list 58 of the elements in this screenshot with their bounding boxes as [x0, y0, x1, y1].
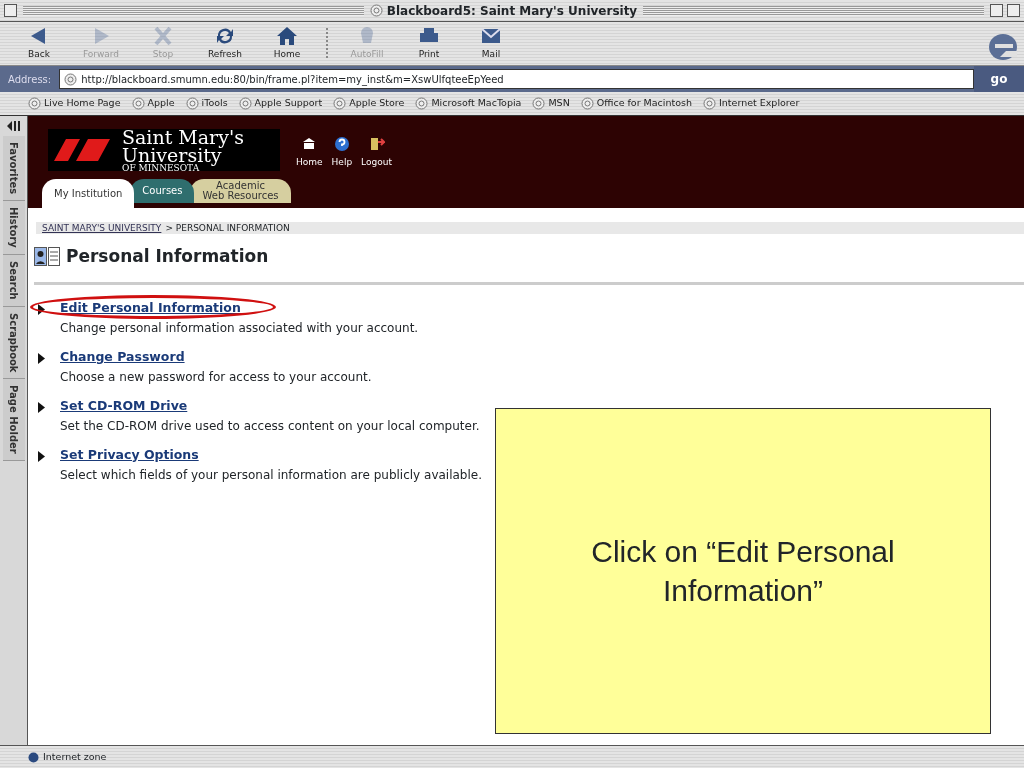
option-link[interactable]: Set Privacy Options: [60, 446, 199, 462]
favorite-link[interactable]: Live Home Page: [28, 96, 121, 111]
sidebar-tab[interactable]: Page Holder: [2, 379, 25, 462]
question-icon: [333, 136, 350, 152]
portal-tab[interactable]: My Institution: [42, 179, 135, 208]
breadcrumb-text: > PERSONAL INFORMATION: [165, 223, 290, 233]
triangle-bullet-icon: [38, 352, 45, 364]
university-logo: Saint Mary's University OF MINNESOTA: [48, 129, 280, 171]
page-title: Personal Information: [66, 245, 269, 268]
go-button[interactable]: go: [974, 66, 1024, 92]
option-link[interactable]: Change Password: [60, 348, 185, 364]
refresh-icon: [214, 25, 236, 47]
logo-mark-icon: [52, 137, 112, 163]
favorite-link[interactable]: MSN: [532, 96, 570, 111]
header-link[interactable]: Logout: [361, 136, 392, 170]
portal-tab[interactable]: Academic Web Resources: [190, 179, 291, 203]
triangle-bullet-icon: [38, 401, 45, 413]
toolbar-button[interactable]: Mail: [460, 22, 522, 62]
toolbar-button[interactable]: Back: [8, 22, 70, 62]
breadcrumb-link[interactable]: SAINT MARY'S UNIVERSITY: [42, 223, 162, 233]
stop-icon: [152, 25, 174, 47]
toolbar-button[interactable]: Print: [398, 22, 460, 62]
address-label: Address:: [7, 72, 53, 87]
profile-card-icon: [34, 246, 60, 267]
toolbar-button[interactable]: Home: [256, 22, 318, 62]
option-description: Change personal information associated with your account.: [60, 320, 419, 336]
sidebar-tab[interactable]: Scrapbook: [2, 306, 25, 380]
collapse-box[interactable]: [1007, 4, 1020, 17]
favorite-link[interactable]: Apple Store: [333, 96, 405, 111]
favorite-link[interactable]: Office for Macintosh: [580, 96, 692, 111]
option-link[interactable]: Set CD-ROM Drive: [60, 397, 188, 413]
portal-tab[interactable]: Courses: [130, 179, 195, 203]
address-field[interactable]: http://blackboard.smumn.edu:80/bin/frame.pl?item=my_inst&m=XswUlfqteeEpYeed: [59, 69, 974, 89]
door-icon: [368, 136, 385, 152]
status-text: Internet zone: [43, 749, 107, 764]
sidebar-tab[interactable]: Search: [2, 255, 25, 307]
sidebar-tab[interactable]: History: [2, 201, 25, 256]
favorite-link[interactable]: iTools: [185, 96, 228, 111]
callout-note: Click on “Edit Personal Information”: [495, 408, 991, 734]
toolbar-button[interactable]: Refresh: [194, 22, 256, 62]
zoom-box[interactable]: [990, 4, 1003, 17]
house-icon: [276, 25, 298, 47]
option-description: Select which fields of your personal information are publicly available.: [60, 467, 482, 483]
option-link[interactable]: Edit Personal Information: [60, 299, 241, 315]
triangle-bullet-icon: [38, 450, 45, 462]
favorite-link[interactable]: Apple: [131, 96, 175, 111]
triangle-bullet-icon: [38, 303, 45, 315]
close-box[interactable]: [4, 4, 17, 17]
sidebar-tab[interactable]: Favorites: [2, 136, 25, 202]
option-description: Choose a new password for access to your account.: [60, 369, 372, 385]
favorite-link[interactable]: Microsoft MacTopia: [415, 96, 522, 111]
window-title: Blackboard5: Saint Mary's University: [386, 2, 638, 20]
header-link[interactable]: Home: [296, 136, 323, 170]
option-description: Set the CD-ROM drive used to access content on your local computer.: [60, 418, 480, 434]
collapse-panel-icon[interactable]: [5, 120, 22, 132]
header-link[interactable]: Help: [331, 136, 353, 170]
favorite-link[interactable]: Apple Support: [238, 96, 323, 111]
favorite-link[interactable]: Internet Explorer: [703, 96, 800, 111]
